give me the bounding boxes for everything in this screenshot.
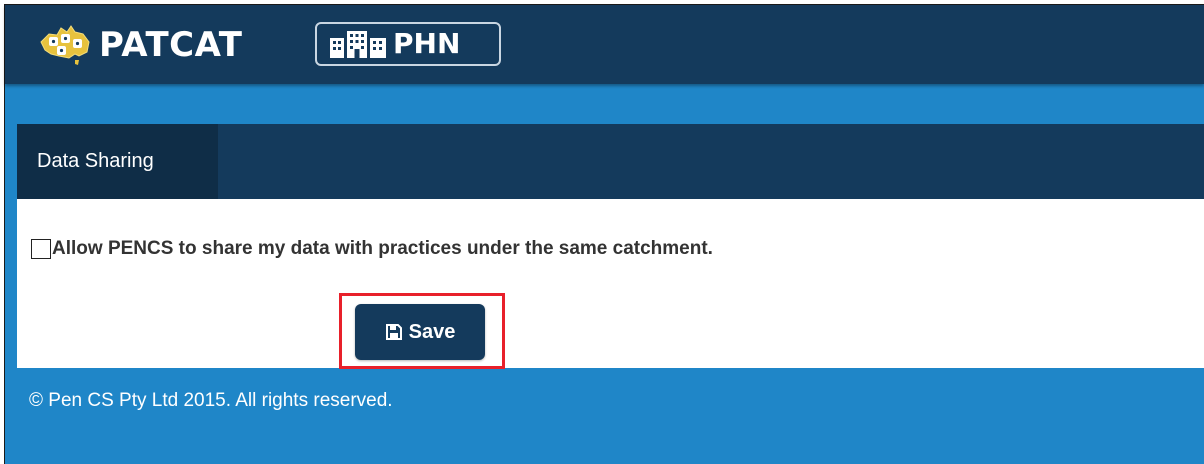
tab-data-sharing[interactable]: Data Sharing: [17, 124, 218, 199]
brand-logo[interactable]: PATCAT: [35, 22, 242, 68]
phn-badge[interactable]: PHN: [315, 22, 501, 66]
australia-map-icon: [35, 22, 97, 68]
top-navbar: PATCAT PHN: [5, 5, 1204, 84]
save-button-label: Save: [408, 320, 456, 343]
footer-copyright: © Pen CS Pty Ltd 2015. All rights reserv…: [29, 390, 393, 411]
app-frame: PATCAT PHN Data Sharing Allow PENCS to s…: [4, 4, 1204, 464]
floppy-disk-icon: [385, 323, 403, 341]
app-name: PATCAT: [99, 25, 243, 65]
save-button[interactable]: Save: [355, 304, 485, 360]
tab-strip: Data Sharing: [17, 124, 1204, 199]
settings-panel: Data Sharing Allow PENCS to share my dat…: [17, 124, 1204, 369]
share-data-label[interactable]: Allow PENCS to share my data with practi…: [52, 237, 713, 261]
buildings-icon: [329, 29, 387, 59]
share-option-row: Allow PENCS to share my data with practi…: [31, 237, 713, 261]
share-data-checkbox[interactable]: [31, 239, 51, 259]
network-label: PHN: [393, 27, 461, 60]
